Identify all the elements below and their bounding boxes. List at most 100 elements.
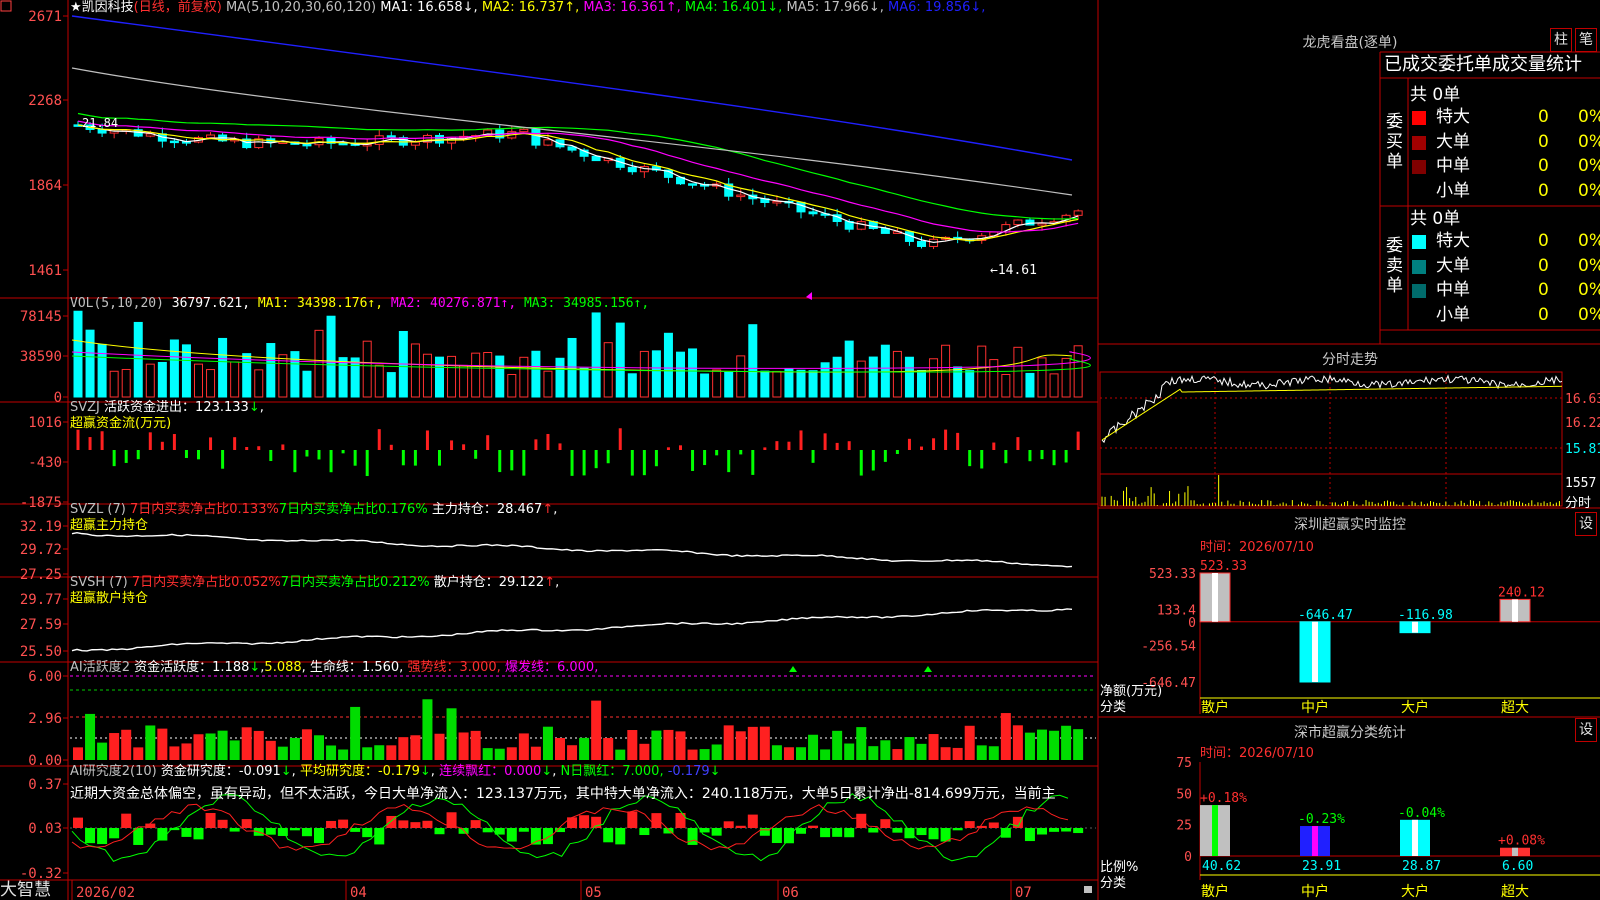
svzl-label: SVZL (7): [70, 502, 126, 517]
vol-header: VOL(5,10,20) 36797.621, MA1: 34398.176↑,…: [70, 296, 650, 311]
volume-bar: [712, 369, 722, 398]
volume-bar: [302, 370, 312, 398]
fund-flow-bar: [498, 450, 502, 473]
research-bar: [518, 828, 529, 832]
sell-row-name: 小单: [1436, 304, 1470, 325]
monitor-category-label: 超大: [1501, 700, 1529, 716]
svzl-header: SVZL (7) 7日内买卖净占比0.133%7日内买卖净占比0.176% 主力…: [70, 502, 557, 518]
fund-flow-bar: [462, 444, 466, 450]
research-bar: [928, 828, 939, 840]
research-bar: [579, 815, 590, 828]
x-axis-label: 2026/02: [76, 885, 135, 900]
ma2-line: [77, 124, 1079, 242]
buy-row-pct: 0%: [1578, 131, 1600, 152]
fund-flow-bar: [184, 450, 188, 458]
research-bar: [687, 828, 698, 845]
ai1-y-label: 6.00: [28, 669, 62, 685]
research-bar: [97, 828, 108, 845]
svsh-v3: 29.122: [498, 575, 545, 590]
volume-bar: [338, 357, 348, 398]
buy-swatch: [1412, 184, 1426, 199]
monitor-bar-highlight: [1512, 599, 1518, 622]
activity-bar: [735, 731, 746, 760]
fund-flow-bar: [727, 450, 731, 473]
volume-bar: [169, 339, 179, 398]
activity-bar: [1049, 730, 1060, 760]
fund-flow-bar: [486, 435, 490, 450]
activity-bar: [687, 749, 698, 760]
volume-bar: [1061, 357, 1071, 398]
svzj-value: 123.133: [195, 400, 249, 415]
activity-bar: [133, 747, 144, 760]
fund-flow-bar: [823, 433, 827, 450]
fund-flow-bar: [968, 450, 972, 467]
research-bar: [844, 828, 855, 838]
volume-bar: [507, 373, 517, 398]
activity-bar: [964, 725, 975, 760]
volume-bar: [941, 344, 951, 398]
activity-bar: [542, 726, 553, 760]
candle-body: [374, 135, 384, 145]
fund-flow-bar: [739, 450, 743, 455]
ai2-a4: ↓: [709, 764, 721, 779]
fund-flow-bar: [763, 447, 767, 450]
activity-bar: [711, 744, 722, 760]
volume-bar: [218, 337, 228, 398]
activity-bar: [928, 734, 939, 760]
sell-row-pct: 0%: [1578, 304, 1600, 325]
activity-bar: [555, 738, 565, 760]
fund-flow-bar: [642, 450, 646, 476]
cursor-marker: [806, 292, 812, 300]
activity-bar: [832, 730, 843, 760]
activity-bar: [121, 729, 132, 760]
classify-settings-button[interactable]: 设: [1575, 718, 1597, 742]
research-bar: [723, 821, 734, 828]
tick-mode-button[interactable]: 笔: [1575, 28, 1597, 52]
activity-bar: [1061, 725, 1072, 760]
fund-flow-bar: [172, 434, 176, 450]
column-mode-button[interactable]: 柱: [1550, 28, 1572, 52]
buy-row-name: 中单: [1436, 156, 1470, 176]
svzl-t2: 7日内买卖净占比0.176%: [278, 502, 428, 517]
vol-y-label: 0: [54, 390, 62, 406]
ai2-label: AI研究度2(10): [70, 764, 157, 779]
activity-bar: [109, 733, 120, 760]
volume-bar: [724, 371, 734, 398]
fund-flow-bar: [1076, 431, 1080, 450]
activity-bar: [639, 743, 650, 760]
activity-bar: [783, 747, 794, 760]
monitor-settings-button[interactable]: 设: [1575, 512, 1597, 536]
buy-swatch: [1412, 160, 1426, 174]
sell-row-pct: 0%: [1578, 231, 1600, 251]
research-bar: [241, 819, 252, 828]
activity-bar: [422, 699, 433, 760]
monitor-y-label: 0: [1188, 616, 1196, 631]
sell-row-pct: 0%: [1578, 280, 1600, 300]
research-bar: [85, 828, 96, 844]
activity-bar: [314, 735, 324, 760]
fund-flow-bar: [365, 450, 369, 477]
fund-flow-bar: [558, 443, 562, 450]
fund-flow-bar: [209, 437, 213, 450]
monitor-y-label: 523.33: [1149, 567, 1196, 582]
low-price-mark: ←14.61: [990, 263, 1037, 278]
fund-flow-bar: [787, 441, 791, 450]
volume-bar: [374, 364, 384, 398]
fund-flow-bar: [582, 450, 586, 476]
ai2-v4b: -0.179: [667, 764, 710, 779]
sell-row-name: 特大: [1436, 231, 1470, 251]
volume-bar: [326, 315, 336, 398]
lock-icon: [1084, 886, 1092, 893]
activity-bar: [603, 738, 614, 760]
volume-bar: [519, 356, 529, 398]
ai1-header: AI活跃度2 资金活跃度：1.188↓,5.088, 生命线：1.560, 强势…: [70, 660, 599, 675]
activity-bar: [1073, 729, 1084, 760]
vol-value: 36797.621: [171, 296, 243, 311]
classify-y-label: 50: [1176, 787, 1192, 802]
fund-flow-bar: [799, 430, 803, 450]
activity-bar: [277, 746, 288, 760]
ma4-line: [77, 112, 1079, 220]
monitor-value-label: 240.12: [1498, 585, 1545, 600]
fund-flow-bar: [425, 430, 429, 450]
volume-bar: [386, 372, 396, 398]
